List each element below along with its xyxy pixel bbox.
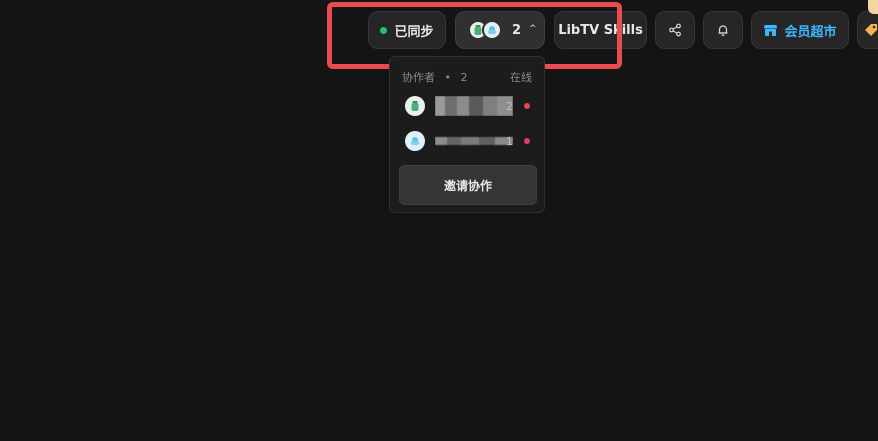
avatar-bottle-icon	[411, 101, 419, 111]
avatar	[405, 131, 425, 151]
sync-status-button[interactable]: 已同步	[368, 11, 446, 49]
notifications-button[interactable]	[703, 11, 743, 49]
member-name-suffix: 2	[506, 99, 513, 113]
bell-icon	[718, 25, 728, 36]
store-icon	[764, 25, 778, 36]
avatar	[405, 96, 425, 116]
member-store-label: 会员超市	[784, 24, 837, 40]
member-name-suffix: 1	[506, 134, 513, 148]
offscreen-button[interactable]	[857, 11, 878, 49]
pixelated-name	[435, 137, 513, 145]
collaborator-count: 2	[512, 22, 522, 38]
online-status-dot	[524, 138, 530, 144]
sync-status-dot	[380, 26, 388, 34]
member-name-redacted: 1	[435, 131, 513, 151]
share-button[interactable]	[655, 11, 695, 49]
online-status-dot	[524, 103, 530, 109]
list-item[interactable]: 2	[405, 95, 530, 117]
user-avatar-edge[interactable]	[868, 0, 878, 14]
avatar	[482, 20, 502, 40]
invite-collaborate-button[interactable]: 邀请协作	[399, 165, 537, 205]
member-store-button[interactable]: 会员超市	[751, 11, 849, 49]
libtv-skills-button[interactable]: LibTV Skills	[554, 11, 647, 49]
pixelated-name	[435, 96, 513, 116]
online-label: 在线	[510, 71, 532, 84]
sync-status-label: 已同步	[394, 24, 434, 40]
avatar-cloud-icon	[488, 26, 496, 34]
tag-icon	[865, 24, 877, 36]
collaborators-button[interactable]: 2 ^	[455, 11, 545, 49]
libtv-skills-label: LibTV Skills	[558, 22, 643, 38]
popover-header: 协作者 • 2 在线	[402, 69, 532, 85]
collaborators-title: 协作者 • 2	[402, 71, 468, 84]
collaborators-popover: 协作者 • 2 在线 2 1 邀请协作	[389, 56, 545, 213]
collaborator-avatars	[468, 20, 502, 40]
avatar-cloud-icon	[411, 137, 419, 145]
chevron-up-icon: ^	[529, 24, 537, 34]
list-item[interactable]: 1	[405, 130, 530, 152]
share-icon	[669, 23, 681, 37]
member-name-redacted: 2	[435, 96, 513, 116]
